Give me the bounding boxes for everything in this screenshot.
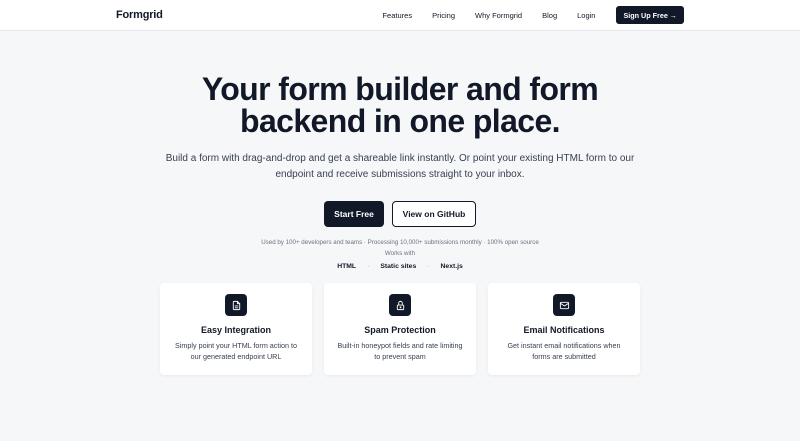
tech-separator: · (367, 263, 370, 270)
hero-headline-line-1: Your form builder and form (201, 71, 599, 107)
tech-list: HTML · Static sites · Next.js (0, 263, 800, 270)
brand-logo[interactable]: Formgrid (116, 9, 163, 21)
feature-card-easy-integration: Easy Integration Simply point your HTML … (160, 283, 312, 375)
feature-card-email-notifications: Email Notifications Get instant email no… (488, 283, 640, 375)
tech-html: HTML (337, 263, 357, 270)
cta-group: Start Free View on GitHub (0, 201, 800, 227)
start-free-button[interactable]: Start Free (324, 201, 384, 227)
feature-description: Built-in honeypot fields and rate limiti… (337, 341, 463, 362)
nav-link-features[interactable]: Features (382, 11, 412, 20)
view-on-github-button[interactable]: View on GitHub (392, 201, 476, 227)
hero-subtitle: Build a form with drag-and-drop and get … (165, 153, 635, 180)
nav-links: Features Pricing Why Formgrid Blog Login… (382, 6, 684, 24)
top-nav: Formgrid Features Pricing Why Formgrid B… (0, 0, 800, 31)
feature-title: Spam Protection (364, 325, 436, 335)
hero-section: Your form builder and form backend in on… (0, 73, 800, 270)
feature-title: Easy Integration (200, 325, 272, 335)
feature-description: Get instant email notifications when for… (507, 341, 621, 362)
nav-link-blog[interactable]: Blog (542, 11, 557, 20)
feature-title: Email Notifications (523, 325, 605, 335)
mail-icon (553, 294, 575, 316)
tech-static-sites: Static sites (380, 263, 417, 270)
nav-link-pricing[interactable]: Pricing (432, 11, 455, 20)
tech-separator: · (427, 263, 430, 270)
document-icon (225, 294, 247, 316)
feature-description: Simply point your HTML form action to ou… (175, 341, 297, 362)
feature-card-spam-protection: Spam Protection Built-in honeypot fields… (324, 283, 476, 375)
feature-cards: Easy Integration Simply point your HTML … (160, 283, 640, 375)
tech-nextjs: Next.js (440, 263, 463, 270)
nav-link-why-formgrid[interactable]: Why Formgrid (475, 11, 522, 20)
works-with-label: Works with (384, 250, 416, 257)
hero-headline: Your form builder and form backend in on… (0, 73, 800, 137)
sign-up-button[interactable]: Sign Up Free → (616, 6, 684, 24)
lock-icon (389, 294, 411, 316)
hero-headline-line-2: backend in one place. (240, 103, 561, 139)
social-proof-text: Used by 100+ developers and teams · Proc… (261, 239, 539, 246)
nav-link-login[interactable]: Login (577, 11, 595, 20)
